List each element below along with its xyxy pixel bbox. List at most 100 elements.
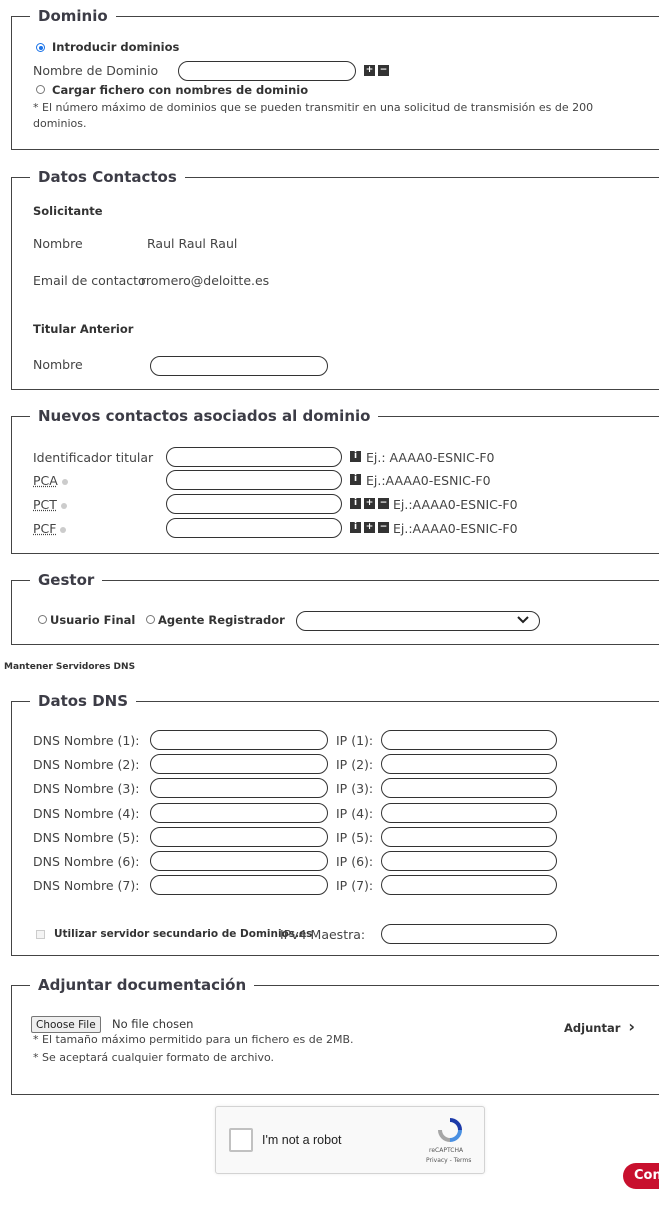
domain-name-label: Nombre de Dominio (33, 63, 159, 78)
pca-label-text: PCA (33, 473, 58, 488)
dns-name-input[interactable] (150, 803, 328, 823)
info-icon[interactable]: i (350, 498, 361, 509)
info-icon[interactable]: i (350, 451, 361, 462)
radio-introducir-label: Introducir dominios (52, 40, 180, 54)
pcf-input[interactable] (166, 518, 342, 538)
dns-ip-input[interactable] (381, 778, 557, 798)
radio-usuario-final[interactable] (38, 615, 47, 624)
file-size-note: * El tamaño máximo permitido para un fic… (33, 1033, 354, 1046)
help-dot-icon (60, 502, 67, 509)
dns-name-label: DNS Nombre (2): (33, 757, 140, 772)
help-dot-icon (60, 526, 67, 533)
dns-name-input[interactable] (150, 851, 328, 871)
plus-icon[interactable]: + (364, 65, 375, 76)
nombre-label: Nombre (33, 236, 83, 251)
dns-ip-input[interactable] (381, 754, 557, 774)
pct-label-text: PCT (33, 497, 57, 512)
dns-name-input[interactable] (150, 875, 328, 895)
radio-cargar-fichero[interactable] (36, 85, 45, 94)
dns-name-label: DNS Nombre (6): (33, 854, 140, 869)
pct-hint: Ej.:AAAA0-ESNIC-F0 (393, 497, 518, 512)
file-format-note: * Se aceptará cualquier formato de archi… (33, 1051, 275, 1064)
recaptcha-links: Privacy - Terms (426, 1157, 471, 1164)
continue-button-label: Con (634, 1168, 659, 1183)
domain-name-input[interactable] (178, 61, 356, 81)
dns-name-label: DNS Nombre (5): (33, 830, 140, 845)
choose-file-button[interactable]: Choose File (31, 1016, 101, 1033)
dns-name-input[interactable] (150, 778, 328, 798)
chevron-down-icon (517, 616, 529, 624)
dominio-note-cont: dominios. (33, 117, 87, 130)
secondary-dns-label: Utilizar servidor secundario de Dominios… (54, 928, 313, 940)
radio-agente-registrador[interactable] (146, 615, 155, 624)
recaptcha-label: I'm not a robot (262, 1133, 342, 1147)
dns-ip-label: IP (3): (336, 781, 374, 796)
minus-icon[interactable]: − (378, 65, 389, 76)
minus-icon[interactable]: − (378, 498, 389, 509)
pct-label[interactable]: PCT (33, 497, 67, 512)
info-icon[interactable]: i (350, 522, 361, 533)
pcf-hint: Ej.:AAAA0-ESNIC-F0 (393, 521, 518, 536)
identificador-titular-label: Identificador titular (33, 450, 154, 465)
recaptcha-privacy-link[interactable]: Privacy (426, 1157, 448, 1164)
contactos-legend: Datos Contactos (30, 167, 185, 187)
pca-input[interactable] (166, 470, 342, 490)
nuevos-legend: Nuevos contactos asociados al dominio (30, 406, 379, 426)
mantener-dns-label: Mantener Servidores DNS (4, 662, 136, 672)
dns-ip-label: IP (6): (336, 854, 374, 869)
dominio-legend: Dominio (30, 6, 116, 26)
dns-ip-input[interactable] (381, 827, 557, 847)
pcf-label[interactable]: PCF (33, 521, 67, 536)
gestor-legend: Gestor (30, 570, 103, 590)
continue-button[interactable]: Con (623, 1163, 659, 1189)
recaptcha-widget: I'm not a robot reCAPTCHA Privacy - Term… (215, 1106, 485, 1174)
pca-hint: Ej.:AAAA0-ESNIC-F0 (366, 473, 491, 488)
titular-nombre-input[interactable] (150, 356, 328, 376)
nombre-value: Raul Raul Raul (147, 236, 238, 251)
titular-heading: Titular Anterior (33, 322, 134, 336)
info-icon[interactable]: i (350, 474, 361, 485)
adjuntar-link[interactable]: Adjuntar › (564, 1017, 635, 1036)
ipv4-maestra-label: IPv4 Maestra: (280, 927, 366, 942)
dns-ip-label: IP (7): (336, 878, 374, 893)
dns-ip-input[interactable] (381, 803, 557, 823)
chevron-right-icon: › (628, 1017, 635, 1036)
dominio-note: * El número máximo de dominios que se pu… (33, 101, 594, 114)
dns-ip-label: IP (5): (336, 830, 374, 845)
identificador-titular-input[interactable] (166, 447, 342, 467)
dns-legend: Datos DNS (30, 691, 137, 711)
minus-icon[interactable]: − (378, 522, 389, 533)
no-file-chosen: No file chosen (112, 1017, 194, 1031)
pct-input[interactable] (166, 494, 342, 514)
pcf-label-text: PCF (33, 521, 57, 536)
radio-cargar-label: Cargar fichero con nombres de dominio (52, 83, 309, 97)
dns-ip-input[interactable] (381, 851, 557, 871)
email-label: Email de contacto (33, 273, 146, 288)
adjuntar-legend: Adjuntar documentación (30, 975, 255, 995)
recaptcha-brand: reCAPTCHA (429, 1147, 464, 1154)
agente-registrador-label: Agente Registrador (158, 613, 285, 627)
ipv4-maestra-input[interactable] (381, 924, 557, 944)
recaptcha-logo-icon (438, 1118, 462, 1142)
solicitante-heading: Solicitante (33, 204, 103, 218)
agente-select[interactable] (296, 611, 540, 631)
dns-ip-input[interactable] (381, 875, 557, 895)
dns-name-label: DNS Nombre (1): (33, 733, 140, 748)
recaptcha-checkbox[interactable] (229, 1128, 253, 1152)
plus-icon[interactable]: + (364, 522, 375, 533)
dns-ip-label: IP (4): (336, 806, 374, 821)
secondary-dns-checkbox[interactable] (36, 930, 45, 939)
adjuntar-link-text: Adjuntar (564, 1021, 621, 1035)
pca-label[interactable]: PCA (33, 473, 68, 488)
plus-icon[interactable]: + (364, 498, 375, 509)
recaptcha-terms-link[interactable]: Terms (454, 1157, 472, 1164)
email-value: rromero@deloitte.es (141, 273, 270, 288)
identificador-hint: Ej.: AAAA0-ESNIC-F0 (366, 450, 495, 465)
radio-introducir-dominios[interactable] (36, 43, 45, 52)
dns-name-input[interactable] (150, 754, 328, 774)
dns-ip-label: IP (1): (336, 733, 374, 748)
dns-name-input[interactable] (150, 827, 328, 847)
dns-name-input[interactable] (150, 730, 328, 750)
dns-ip-input[interactable] (381, 730, 557, 750)
dns-name-label: DNS Nombre (7): (33, 878, 140, 893)
